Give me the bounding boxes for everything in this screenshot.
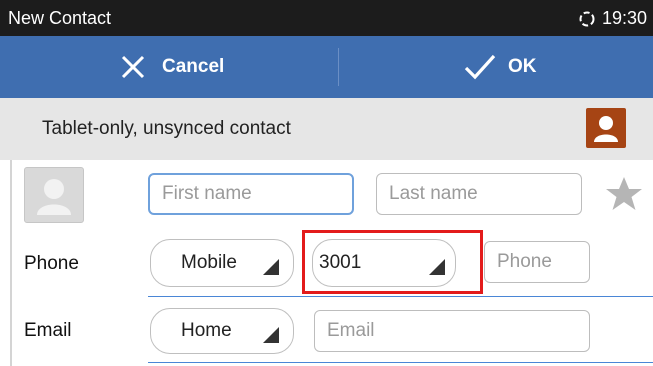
email-input[interactable]: Email [314,310,590,352]
sync-icon [579,11,595,26]
first-name-field[interactable]: First name [148,173,354,215]
account-type-label: Tablet-only, unsynced contact [42,118,291,139]
check-icon [464,54,496,80]
status-right: 19:30 [578,8,647,29]
email-type-value: Home [181,320,232,341]
phone-row-underline [148,296,653,297]
email-type-dropdown[interactable]: Home [150,308,294,354]
last-name-field[interactable]: Last name [376,173,582,215]
left-divider [10,160,12,366]
ok-label: OK [508,56,537,77]
phone-label: Phone [24,253,79,274]
window-title: New Contact [8,8,112,28]
action-bar: Cancel OK [0,36,653,98]
contact-photo[interactable] [24,167,84,223]
dropdown-arrow-icon [263,259,279,275]
avatar-icon [37,179,71,215]
phone-placeholder: Phone [497,251,552,272]
email-label: Email [24,320,72,341]
first-name-placeholder: First name [162,183,252,204]
status-bar: New Contact 19:30 [0,0,653,36]
ok-button[interactable]: OK [462,36,537,98]
cancel-label: Cancel [162,56,225,77]
phone-type-value: Mobile [181,252,237,273]
dropdown-arrow-icon [263,327,279,343]
close-icon [121,55,145,79]
star-icon[interactable] [605,176,643,212]
email-placeholder: Email [327,320,375,341]
last-name-placeholder: Last name [389,183,478,204]
cancel-button[interactable]: Cancel [118,36,224,98]
highlight-box [302,230,483,294]
contact-badge-icon [586,108,626,148]
email-row-underline [148,362,653,363]
phone-input[interactable]: Phone [484,241,590,283]
phone-type-dropdown[interactable]: Mobile [150,239,294,287]
account-bar: Tablet-only, unsynced contact [0,98,653,160]
action-divider [338,48,339,86]
clock: 19:30 [601,8,647,28]
